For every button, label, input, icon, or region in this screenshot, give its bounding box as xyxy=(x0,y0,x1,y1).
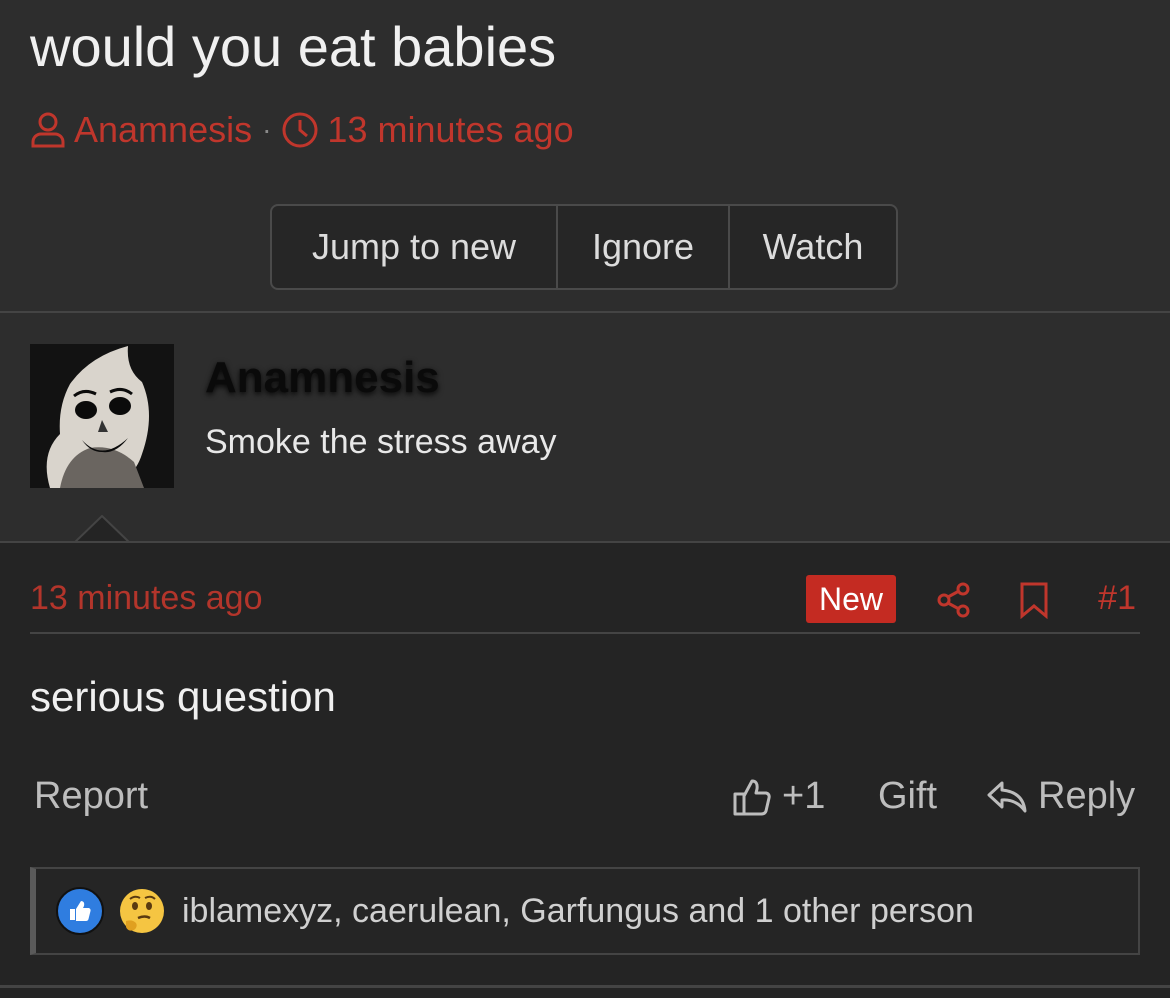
post: 13 minutes ago New #1 serious question R… xyxy=(0,541,1170,998)
watch-button[interactable]: Watch xyxy=(728,206,896,288)
thread-header: would you eat babies Anamnesis · 13 minu… xyxy=(0,0,1170,312)
user-icon xyxy=(30,111,66,149)
thread-action-buttons: Jump to new Ignore Watch xyxy=(270,204,898,290)
share-icon[interactable] xyxy=(936,581,972,624)
thread-meta: Anamnesis · 13 minutes ago xyxy=(30,108,574,152)
post-username[interactable]: Anamnesis xyxy=(205,353,440,403)
thread-time-link[interactable]: 13 minutes ago xyxy=(327,109,573,151)
post-user-block: Anamnesis Smoke the stress away xyxy=(0,313,1170,541)
gift-link[interactable]: Gift xyxy=(878,775,937,818)
post-body: serious question xyxy=(30,673,336,720)
post-date-link[interactable]: 13 minutes ago xyxy=(30,579,263,618)
clock-icon xyxy=(281,111,319,149)
avatar[interactable] xyxy=(30,344,174,488)
thread-author-link[interactable]: Anamnesis xyxy=(74,109,252,151)
thumbs-up-reaction-icon xyxy=(56,887,104,935)
post-header-divider xyxy=(30,632,1140,634)
jump-to-new-button[interactable]: Jump to new xyxy=(272,206,556,288)
bookmark-icon[interactable] xyxy=(1018,581,1050,624)
report-link[interactable]: Report xyxy=(34,775,148,818)
user-title: Smoke the stress away xyxy=(205,423,557,461)
reply-label: Reply xyxy=(1038,775,1136,817)
thinking-face-icon xyxy=(120,889,164,933)
reply-icon xyxy=(986,779,1028,815)
thumbs-up-icon xyxy=(732,777,772,817)
reactions-bar[interactable]: iblamexyz, caerulean, Garfungus and 1 ot… xyxy=(30,867,1140,955)
new-badge: New xyxy=(806,575,896,623)
like-button[interactable]: +1 xyxy=(732,775,825,818)
ignore-button[interactable]: Ignore xyxy=(556,206,728,288)
meta-separator: · xyxy=(262,114,272,145)
reactions-text: iblamexyz, caerulean, Garfungus and 1 ot… xyxy=(182,891,974,930)
thread-title: would you eat babies xyxy=(30,15,557,78)
like-count: +1 xyxy=(782,775,826,817)
post-number-link[interactable]: #1 xyxy=(1098,579,1136,618)
bottom-divider xyxy=(0,985,1170,988)
reply-button[interactable]: Reply xyxy=(986,775,1135,818)
